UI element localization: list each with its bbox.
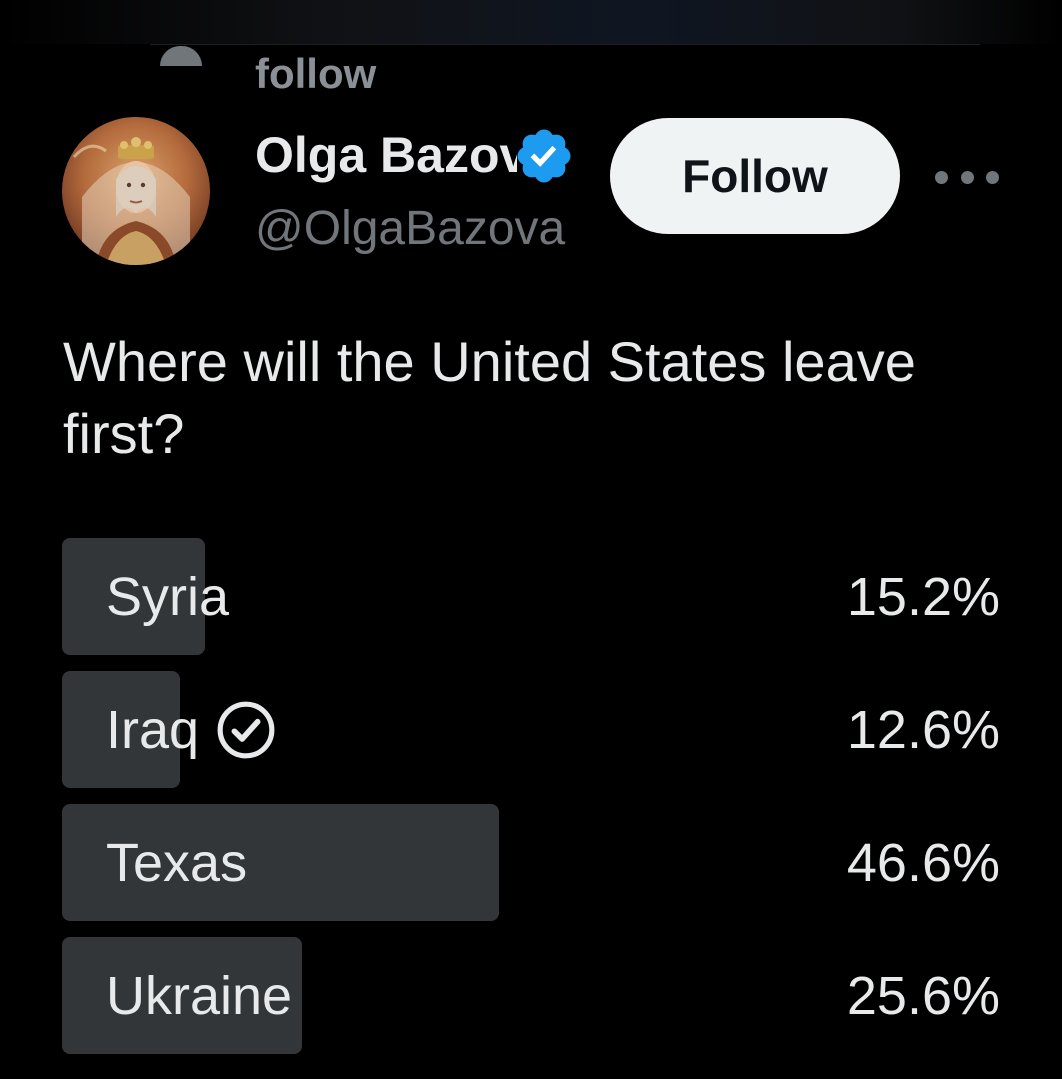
avatar[interactable]	[62, 117, 210, 265]
more-dot	[960, 170, 974, 184]
display-name[interactable]: Olga Bazova	[255, 127, 517, 183]
poll-option-percentage: 12.6%	[846, 699, 1000, 760]
handle-container[interactable]: @OlgaBazova	[255, 200, 585, 260]
previous-avatar-edge	[160, 46, 202, 66]
poll-option-percentage: 15.2%	[846, 566, 1000, 627]
tweet-text: Where will the United States leave first…	[63, 330, 916, 465]
poll-option-syria[interactable]: Syria 15.2%	[62, 538, 1000, 655]
display-name-container[interactable]: Olga Bazova	[255, 126, 517, 186]
top-app-bar-strip	[0, 0, 1062, 44]
divider	[150, 44, 980, 45]
more-dot	[986, 170, 999, 184]
check-circle-icon	[217, 701, 275, 758]
poll-option-label: Iraq	[106, 699, 200, 760]
follow-context-label: follow	[255, 50, 377, 97]
more-horizontal-icon[interactable]	[935, 160, 999, 194]
more-dot	[935, 170, 948, 184]
user-handle[interactable]: @OlgaBazova	[255, 202, 565, 255]
poll-option-label: Syria	[106, 566, 230, 627]
poll-option-percentage: 46.6%	[846, 832, 1000, 893]
poll: Syria 15.2% Iraq 12.6% Texas 46.6% Ukrai…	[62, 538, 1000, 1054]
poll-option-texas[interactable]: Texas 46.6%	[62, 804, 1000, 921]
poll-option-label: Ukraine	[106, 965, 293, 1026]
poll-option-iraq[interactable]: Iraq 12.6%	[62, 671, 1000, 788]
follow-button[interactable]: Follow	[610, 118, 900, 234]
poll-option-percentage: 25.6%	[846, 965, 1000, 1026]
poll-option-label: Texas	[106, 832, 248, 893]
avatar-portrait	[72, 137, 190, 265]
verified-badge-icon	[517, 129, 571, 183]
poll-option-ukraine[interactable]: Ukraine 25.6%	[62, 937, 1000, 1054]
